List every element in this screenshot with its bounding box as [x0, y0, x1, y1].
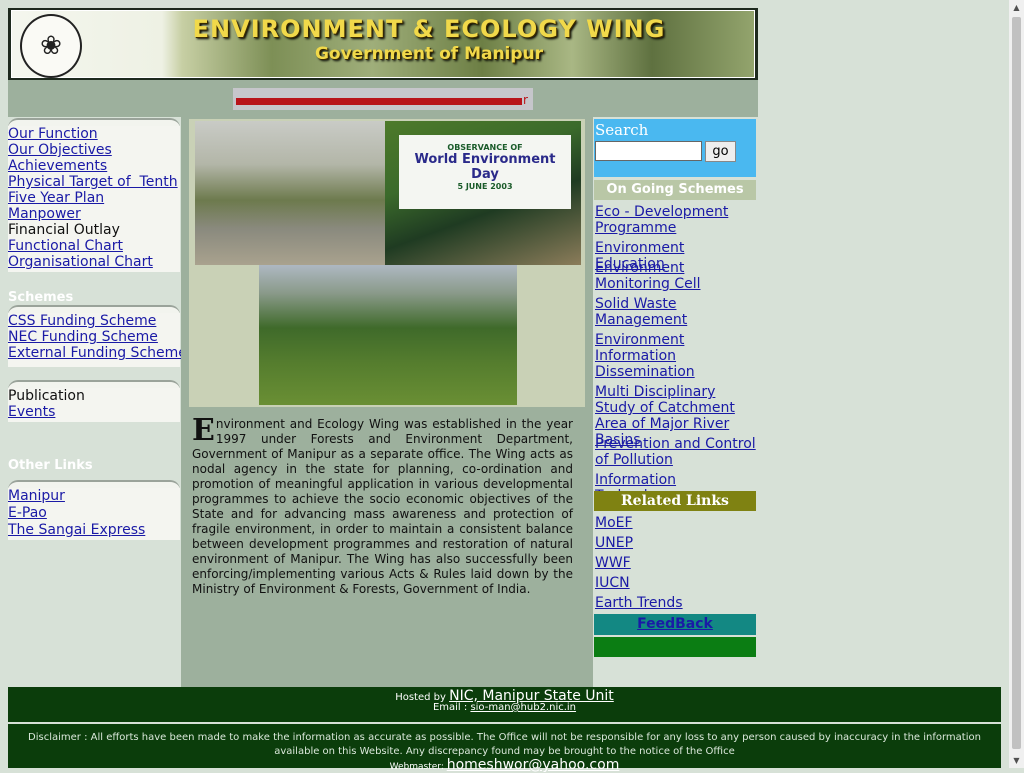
misc-list: Publication Events: [8, 388, 180, 422]
site-header: ❀ ENVIRONMENT & ECOLOGY WING Government …: [8, 8, 758, 80]
header-banner: ❀ ENVIRONMENT & ECOLOGY WING Government …: [11, 10, 755, 78]
nav-events[interactable]: Events: [8, 404, 180, 420]
scrollbar-thumb[interactable]: [1012, 17, 1021, 749]
nav-sangai-express[interactable]: The Sangai Express: [8, 522, 180, 539]
main-nav-list: Our Function Our Objectives Achievements…: [8, 126, 180, 272]
right-sidebar: Search go On Going Schemes Eco - Develop…: [593, 117, 758, 687]
scheme-information-dissemination[interactable]: Environment Information Dissemination: [595, 332, 758, 380]
disclaimer-text: Disclaimer : All efforts have been made …: [28, 732, 981, 757]
related-unep[interactable]: UNEP: [595, 535, 633, 551]
search-go-button[interactable]: go: [705, 141, 736, 162]
nav-manipur[interactable]: Manipur: [8, 488, 180, 505]
nav-our-objectives[interactable]: Our Objectives: [8, 142, 180, 158]
nav-external-funding-scheme[interactable]: External Funding Scheme: [8, 345, 187, 361]
search-panel: Search go: [594, 119, 756, 177]
triangle-down-icon[interactable]: ▼: [1009, 753, 1024, 768]
nav-five-year-plan[interactable]: Five Year Plan: [8, 190, 180, 206]
schemes-list: CSS Funding Scheme NEC Funding Scheme Ex…: [8, 313, 187, 367]
nav-manpower[interactable]: Manpower: [8, 206, 180, 222]
intro-text: nvironment and Ecology Wing was establis…: [192, 417, 573, 596]
related-moef[interactable]: MoEF: [595, 515, 633, 531]
photo-collage: OBSERVANCE OF World Environment Day 5 JU…: [189, 119, 585, 407]
nav-css-funding-scheme[interactable]: CSS Funding Scheme: [8, 313, 180, 329]
email-prefix: Email :: [432, 702, 471, 713]
nav-achievements[interactable]: Achievements: [8, 158, 180, 174]
other-links-heading: Other Links: [8, 458, 93, 473]
ticker-strip: r: [8, 80, 758, 117]
event-banner: OBSERVANCE OF World Environment Day 5 JU…: [399, 135, 571, 209]
nav-organisational-chart[interactable]: Organisational Chart: [8, 254, 180, 270]
photo-hillside-plantation: [259, 265, 517, 405]
intro-dropcap: E: [192, 413, 215, 448]
email-link[interactable]: sio-man@hub2.nic.in: [470, 702, 576, 713]
webmaster-link[interactable]: homeshwor@yahoo.com: [447, 757, 620, 773]
nav-functional-chart[interactable]: Functional Chart: [8, 238, 180, 254]
scheme-solid-waste[interactable]: Solid Waste Management: [595, 296, 758, 328]
related-iucn[interactable]: IUCN: [595, 575, 630, 591]
site-title: ENVIRONMENT & ECOLOGY WING: [192, 15, 666, 43]
intro-paragraph: Environment and Ecology Wing was establi…: [192, 413, 573, 597]
feedback-link[interactable]: FeedBack: [637, 616, 713, 632]
email-line: Email : sio-man@hub2.nic.in: [8, 702, 1001, 713]
nav-e-pao[interactable]: E-Pao: [8, 505, 180, 522]
banner-line-2: World Environment Day: [414, 152, 556, 182]
left-navigation: Our Function Our Objectives Achievements…: [8, 117, 187, 687]
site-footer: Hosted by NIC, Manipur State Unit Email …: [8, 687, 1001, 773]
scheme-eco-development[interactable]: Eco - Development Programme: [595, 204, 758, 236]
feedback-bar: FeedBack: [594, 614, 756, 635]
nav-physical-target[interactable]: Physical Target of Tenth: [8, 174, 180, 190]
other-links-list: Manipur E-Pao The Sangai Express: [8, 488, 180, 540]
main-content: OBSERVANCE OF World Environment Day 5 JU…: [181, 117, 593, 687]
search-label: Search: [595, 121, 649, 139]
related-wwf[interactable]: WWF: [595, 555, 631, 571]
related-links-heading: Related Links: [594, 491, 756, 511]
schemes-heading: Schemes: [8, 290, 74, 305]
site-subtitle: Government of Manipur: [314, 44, 544, 64]
ticker-bar: [236, 98, 522, 105]
scheme-monitoring-cell[interactable]: Environment Monitoring Cell: [595, 260, 758, 292]
page-scrollbar[interactable]: ▲ ▼: [1009, 0, 1024, 768]
webmaster-prefix: Webmaster:: [389, 762, 447, 772]
nav-publication: Publication: [8, 388, 85, 404]
related-earth-trends[interactable]: Earth Trends: [595, 595, 683, 611]
webmaster-line: Webmaster: homeshwor@yahoo.com: [8, 757, 1001, 773]
nav-nec-funding-scheme[interactable]: NEC Funding Scheme: [8, 329, 180, 345]
sangai-deer-emblem-icon: ❀: [20, 14, 82, 78]
triangle-up-icon[interactable]: ▲: [1009, 0, 1024, 15]
banner-line-3: 5 JUNE 2003: [457, 182, 513, 191]
ticker-text: r: [523, 93, 528, 107]
scheme-pollution-control[interactable]: Prevention and Control of Pollution: [595, 436, 758, 468]
search-input[interactable]: [595, 141, 702, 161]
green-divider-bar: [594, 637, 756, 657]
nav-our-function[interactable]: Our Function: [8, 126, 180, 142]
banner-line-1: OBSERVANCE OF: [447, 143, 523, 152]
photo-environment-day-stage: OBSERVANCE OF World Environment Day 5 JU…: [385, 121, 581, 265]
footer-separator: [8, 722, 1001, 724]
nav-financial-outlay: Financial Outlay: [8, 222, 120, 238]
ongoing-schemes-heading: On Going Schemes: [594, 180, 756, 200]
photo-officials-gathering: [195, 121, 385, 265]
news-ticker: r: [233, 88, 533, 110]
